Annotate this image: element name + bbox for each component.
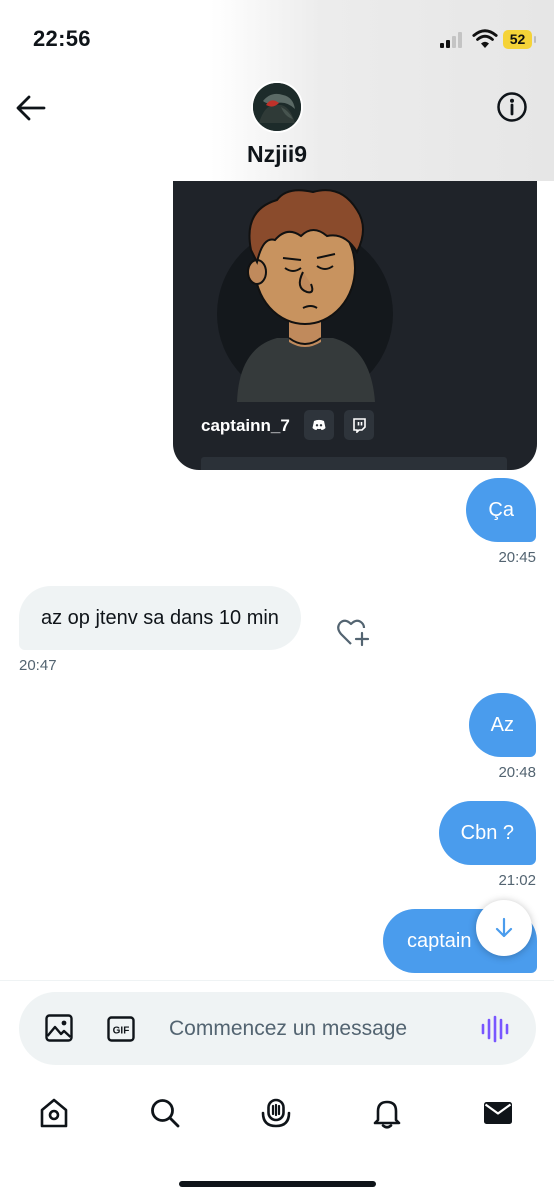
messages-icon: [484, 1102, 512, 1124]
status-bar: 22:56 52: [0, 0, 554, 80]
tab-home[interactable]: [34, 1093, 74, 1133]
gif-icon: GIF: [107, 1016, 135, 1042]
signal-strength-icon: [440, 31, 466, 48]
spaces-icon: [261, 1098, 291, 1128]
tab-messages[interactable]: [478, 1093, 518, 1133]
message-input[interactable]: [169, 1010, 469, 1048]
contact-name[interactable]: Nzjii9: [0, 141, 554, 168]
message-timestamp: 20:47: [19, 657, 57, 674]
gif-button[interactable]: GIF: [106, 1014, 136, 1044]
scroll-to-bottom-button[interactable]: [476, 900, 532, 956]
battery-indicator: 52: [503, 30, 536, 49]
message-timestamp: 20:48: [498, 764, 536, 781]
divider: [0, 980, 554, 981]
shared-profile-card[interactable]: captainn_7: [173, 160, 537, 470]
info-icon[interactable]: [496, 91, 528, 123]
message-timestamp: 21:02: [498, 872, 536, 889]
card-footer-strip: [201, 457, 507, 470]
card-username[interactable]: captainn_7: [201, 416, 290, 436]
discord-icon[interactable]: [304, 410, 334, 440]
message-bubble-outgoing[interactable]: Ça: [466, 478, 536, 542]
home-indicator: [179, 1181, 376, 1187]
message-composer: GIF: [19, 992, 536, 1065]
arrow-down-icon: [495, 917, 513, 938]
tab-search[interactable]: [145, 1093, 185, 1133]
add-reaction-heart-icon[interactable]: [336, 618, 370, 648]
status-time: 22:56: [33, 26, 91, 51]
contact-avatar[interactable]: [251, 81, 303, 133]
twitch-icon[interactable]: [344, 410, 374, 440]
message-timestamp: 20:45: [498, 549, 536, 566]
message-bubble-outgoing[interactable]: Az: [468, 693, 536, 757]
svg-text:GIF: GIF: [113, 1026, 130, 1037]
voice-message-icon[interactable]: [480, 1014, 510, 1044]
notifications-icon: [373, 1100, 401, 1129]
tab-spaces[interactable]: [256, 1093, 296, 1133]
search-icon: [151, 1099, 180, 1128]
cartoon-avatar-illustration: [237, 189, 375, 402]
message-bubble-outgoing[interactable]: Cbn ?: [438, 801, 536, 865]
message-bubble-incoming[interactable]: az op jtenv sa dans 10 min: [19, 586, 301, 650]
wifi-icon: [472, 29, 498, 48]
image-icon[interactable]: [44, 1013, 74, 1043]
tab-notifications[interactable]: [367, 1093, 407, 1133]
back-arrow-icon[interactable]: [14, 91, 48, 125]
home-icon: [40, 1098, 68, 1128]
